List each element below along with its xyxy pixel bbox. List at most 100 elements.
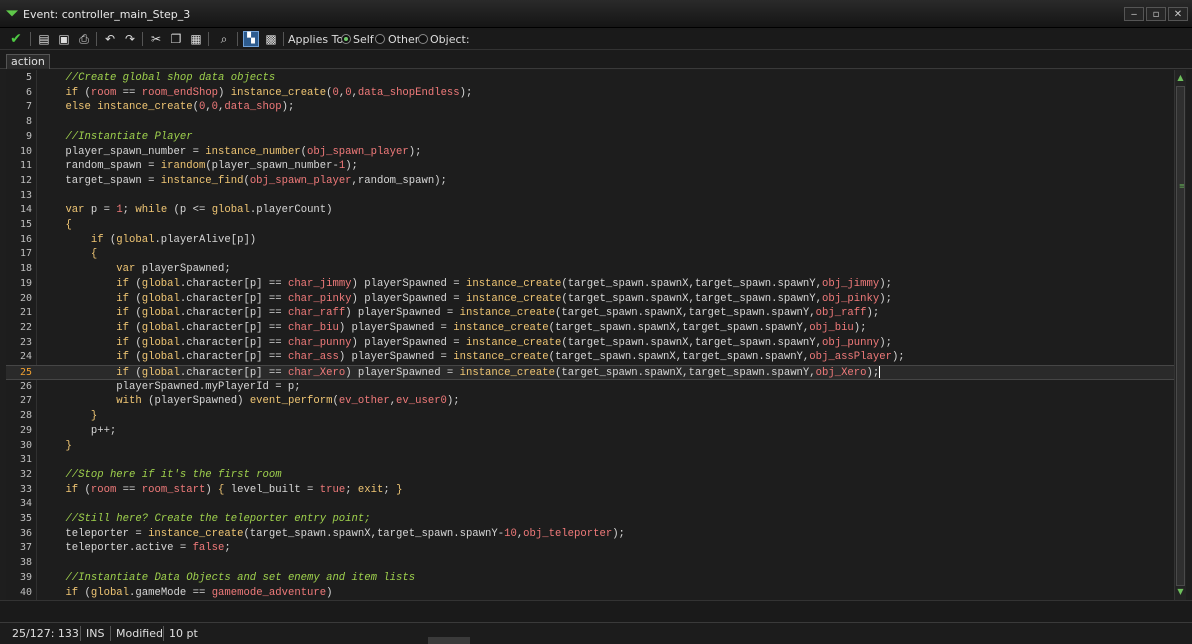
code-text[interactable]: with (playerSpawned) event_perform(ev_ot… xyxy=(40,394,459,409)
code-line[interactable]: 38 xyxy=(6,556,1174,571)
search-icon[interactable]: ⌕ xyxy=(216,31,232,47)
code-text[interactable]: if (room == room_start) { level_built = … xyxy=(40,483,402,498)
code-line[interactable]: 10 player_spawn_number = instance_number… xyxy=(6,145,1174,160)
code-text[interactable]: } xyxy=(40,409,97,424)
code-line[interactable]: 30 } xyxy=(6,439,1174,454)
radio-object[interactable] xyxy=(418,34,428,44)
ok-check-icon[interactable]: ✔ xyxy=(8,31,24,47)
code-line[interactable]: 29 p++; xyxy=(6,424,1174,439)
cut-icon[interactable]: ✂ xyxy=(148,31,164,47)
code-line[interactable]: 40 if (global.gameMode == gamemode_adven… xyxy=(6,586,1174,601)
code-line[interactable]: 12 target_spawn = instance_find(obj_spaw… xyxy=(6,174,1174,189)
line-number: 39 xyxy=(19,571,32,583)
line-number: 28 xyxy=(19,410,32,422)
code-text[interactable]: if (global.character[p] == char_punny) p… xyxy=(40,336,892,351)
radio-self[interactable] xyxy=(341,34,351,44)
maximize-button[interactable]: ▫ xyxy=(1146,7,1166,21)
paste-icon[interactable]: ▦ xyxy=(188,31,204,47)
code-line[interactable]: 37 teleporter.active = false; xyxy=(6,541,1174,556)
scroll-down-arrow-icon[interactable]: ▼ xyxy=(1175,586,1186,598)
code-line[interactable]: 13 xyxy=(6,189,1174,204)
code-line[interactable]: 6 if (room == room_endShop) instance_cre… xyxy=(6,86,1174,101)
code-line[interactable]: 11 random_spawn = irandom(player_spawn_n… xyxy=(6,159,1174,174)
code-text[interactable]: var p = 1; while (p <= global.playerCoun… xyxy=(40,203,332,218)
code-text[interactable]: if (global.character[p] == char_biu) pla… xyxy=(40,321,866,336)
code-line[interactable]: 18 var playerSpawned; xyxy=(6,262,1174,277)
code-line[interactable]: 28 } xyxy=(6,409,1174,424)
code-line[interactable]: 14 var p = 1; while (p <= global.playerC… xyxy=(6,203,1174,218)
line-number: 14 xyxy=(19,204,32,216)
line-number: 27 xyxy=(19,395,32,407)
code-line[interactable]: 17 { xyxy=(6,247,1174,262)
code-line[interactable]: 34 xyxy=(6,497,1174,512)
code-line[interactable]: 9 //Instantiate Player xyxy=(6,130,1174,145)
undo-icon[interactable]: ↶ xyxy=(102,31,118,47)
code-text[interactable]: //Still here? Create the teleporter entr… xyxy=(40,512,370,527)
code-text[interactable]: if (global.character[p] == char_ass) pla… xyxy=(40,350,904,365)
radio-other-label[interactable]: Other xyxy=(388,33,419,46)
code-text[interactable]: if (global.character[p] == char_jimmy) p… xyxy=(40,277,892,292)
code-line[interactable]: 36 teleporter = instance_create(target_s… xyxy=(6,527,1174,542)
code-text[interactable]: { xyxy=(40,247,97,262)
code-line[interactable]: 23 if (global.character[p] == char_punny… xyxy=(6,336,1174,351)
redo-icon[interactable]: ↷ xyxy=(122,31,138,47)
minimize-button[interactable]: ‒ xyxy=(1124,7,1144,21)
code-text[interactable]: playerSpawned.myPlayerId = p; xyxy=(40,380,300,395)
radio-object-label[interactable]: Object: xyxy=(430,33,470,46)
scroll-up-arrow-icon[interactable]: ▲ xyxy=(1175,72,1186,84)
copy-icon[interactable]: ❐ xyxy=(168,31,184,47)
scrollbar-thumb[interactable]: ≡ xyxy=(1176,86,1185,586)
code-text[interactable]: random_spawn = irandom(player_spawn_numb… xyxy=(40,159,357,174)
code-line[interactable]: 5 //Create global shop data objects xyxy=(6,71,1174,86)
code-line[interactable]: 21 if (global.character[p] == char_raff)… xyxy=(6,306,1174,321)
code-text[interactable]: teleporter.active = false; xyxy=(40,541,230,556)
radio-other[interactable] xyxy=(375,34,385,44)
code-line[interactable]: 35 //Still here? Create the teleporter e… xyxy=(6,512,1174,527)
code-text[interactable]: player_spawn_number = instance_number(ob… xyxy=(40,145,421,160)
code-line[interactable]: 8 xyxy=(6,115,1174,130)
code-text[interactable]: teleporter = instance_create(target_spaw… xyxy=(40,527,624,542)
vertical-scrollbar[interactable]: ▲ ≡ ▼ xyxy=(1174,70,1186,600)
code-text[interactable]: else instance_create(0,0,data_shop); xyxy=(40,100,294,115)
radio-self-label[interactable]: Self xyxy=(353,33,374,46)
code-line[interactable]: 33 if (room == room_start) { level_built… xyxy=(6,483,1174,498)
code-text[interactable]: p++; xyxy=(40,424,116,439)
code-line[interactable]: 27 with (playerSpawned) event_perform(ev… xyxy=(6,394,1174,409)
code-text[interactable]: //Instantiate Data Objects and set enemy… xyxy=(40,571,415,586)
code-line[interactable]: 24 if (global.character[p] == char_ass) … xyxy=(6,350,1174,365)
open-icon[interactable]: ▤ xyxy=(36,31,52,47)
code-text[interactable]: //Stop here if it's the first room xyxy=(40,468,281,483)
code-line[interactable]: 26 playerSpawned.myPlayerId = p; xyxy=(6,380,1174,395)
code-line[interactable]: 15 { xyxy=(6,218,1174,233)
code-text[interactable]: if (global.playerAlive[p]) xyxy=(40,233,256,248)
code-line[interactable]: 39 //Instantiate Data Objects and set en… xyxy=(6,571,1174,586)
check-code-icon[interactable]: ▩ xyxy=(263,31,279,47)
code-text[interactable]: { xyxy=(40,218,71,233)
code-text[interactable]: //Create global shop data objects xyxy=(40,71,275,86)
code-line[interactable]: 31 xyxy=(6,453,1174,468)
code-line[interactable]: 7 else instance_create(0,0,data_shop); xyxy=(6,100,1174,115)
print-icon[interactable]: ⎙ xyxy=(76,31,92,47)
code-line[interactable]: 22 if (global.character[p] == char_biu) … xyxy=(6,321,1174,336)
code-text[interactable]: var playerSpawned; xyxy=(40,262,230,277)
code-text[interactable]: target_spawn = instance_find(obj_spawn_p… xyxy=(40,174,446,189)
close-button[interactable]: ✕ xyxy=(1168,7,1188,21)
code-text[interactable]: if (global.gameMode == gamemode_adventur… xyxy=(40,586,332,601)
save-icon[interactable]: ▣ xyxy=(56,31,72,47)
code-text[interactable]: } xyxy=(40,439,71,454)
code-text[interactable]: //Instantiate Player xyxy=(40,130,192,145)
code-line[interactable]: 32 //Stop here if it's the first room xyxy=(6,468,1174,483)
code-line[interactable]: 20 if (global.character[p] == char_pinky… xyxy=(6,292,1174,307)
code-line[interactable]: 19 if (global.character[p] == char_jimmy… xyxy=(6,277,1174,292)
tab-action[interactable]: action xyxy=(6,54,50,69)
code-editor[interactable]: 5 //Create global shop data objects 6 if … xyxy=(6,70,1174,600)
font-size: 10 pt xyxy=(169,627,198,640)
code-line[interactable]: 16 if (global.playerAlive[p]) xyxy=(6,233,1174,248)
code-text[interactable]: if (global.character[p] == char_Xero) pl… xyxy=(40,366,881,381)
code-text[interactable]: if (global.character[p] == char_raff) pl… xyxy=(40,306,879,321)
code-view-icon[interactable]: ▚ xyxy=(243,31,259,47)
code-text[interactable]: if (room == room_endShop) instance_creat… xyxy=(40,86,472,101)
code-text[interactable]: if (global.character[p] == char_pinky) p… xyxy=(40,292,892,307)
line-number: 26 xyxy=(19,380,32,392)
code-line[interactable]: 25 if (global.character[p] == char_Xero)… xyxy=(6,365,1174,380)
